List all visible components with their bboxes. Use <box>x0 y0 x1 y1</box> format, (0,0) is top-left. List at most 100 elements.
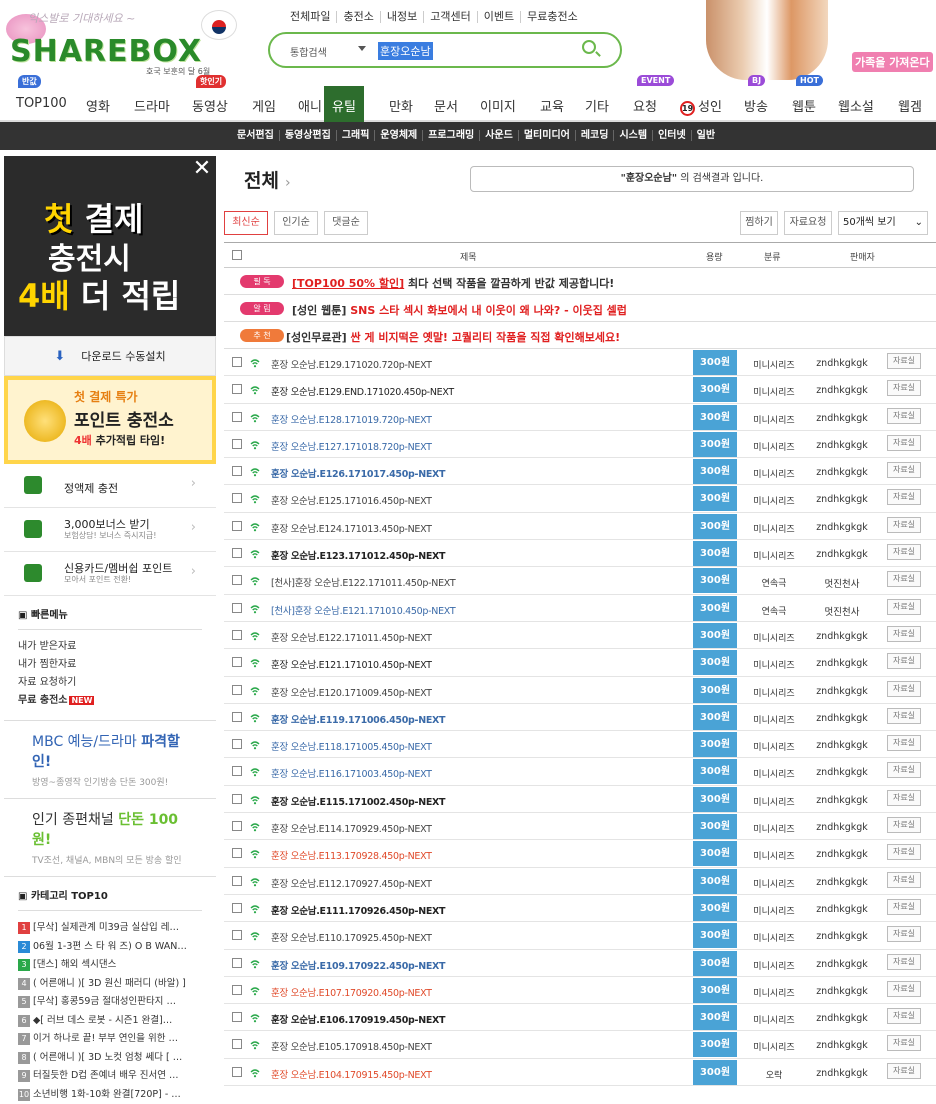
category-item[interactable]: 유틸 <box>324 86 364 122</box>
row-title[interactable]: 훈장 오순남.E121.171010.450p-NEXT <box>271 657 432 671</box>
row-seller[interactable]: zndhkgkgk <box>810 959 874 970</box>
category-item[interactable]: 동영상 <box>192 96 228 115</box>
top10-item[interactable]: 8( 어른애니 )[ 3D 노컷 엄청 쎄다 [ … <box>18 1049 202 1068</box>
sort-latest-button[interactable]: 최신순 <box>224 211 268 235</box>
table-row[interactable]: 훈장 오순남.E107.170920.450p-NEXT300원미니시리즈znd… <box>224 977 936 1004</box>
per-page-select[interactable]: 50개씩 보기⌄ <box>838 211 928 235</box>
table-row[interactable]: 훈장 오순남.E118.171005.450p-NEXT300원미니시리즈znd… <box>224 731 936 758</box>
row-checkbox[interactable] <box>232 575 242 585</box>
banner-illustration[interactable] <box>706 0 828 80</box>
row-checkbox[interactable] <box>232 466 242 476</box>
row-seller[interactable]: zndhkgkgk <box>810 413 874 424</box>
table-row[interactable]: 훈장 오순남.E122.171011.450p-NEXT300원미니시리즈znd… <box>224 622 936 649</box>
row-seller[interactable]: zndhkgkgk <box>810 494 874 505</box>
row-title[interactable]: 훈장 오순남.E126.171017.450p-NEXT <box>271 466 445 480</box>
row-title[interactable]: 훈장 오순남.E114.170929.450p-NEXT <box>271 821 432 835</box>
table-row[interactable]: 훈장 오순남.E127.171018.720p-NEXT300원미니시리즈znd… <box>224 431 936 458</box>
ad-banner-text[interactable]: 가족을 가져온다 <box>852 52 933 72</box>
table-row[interactable]: 훈장 오순남.E105.170918.450p-NEXT300원미니시리즈znd… <box>224 1031 936 1058</box>
row-checkbox[interactable] <box>232 848 242 858</box>
table-row[interactable]: 훈장 오순남.E104.170915.450p-NEXT300원오락zndhkg… <box>224 1059 936 1086</box>
row-archive-button[interactable]: 자료실 <box>887 844 921 860</box>
row-checkbox[interactable] <box>232 794 242 804</box>
subcategory-item[interactable]: 문서편집 <box>232 130 280 141</box>
top-link[interactable]: 무료충전소 <box>521 11 584 23</box>
row-checkbox[interactable] <box>232 930 242 940</box>
category-item[interactable]: 만화 <box>389 96 413 115</box>
top10-item[interactable]: 6◆[ 러브 데스 로봇 - 시즌1 완결]… <box>18 1012 202 1031</box>
row-archive-button[interactable]: 자료실 <box>887 681 921 697</box>
search-icon[interactable] <box>582 40 596 54</box>
row-checkbox[interactable] <box>232 1067 242 1077</box>
row-checkbox[interactable] <box>232 657 242 667</box>
category-item[interactable]: 드라마 <box>134 96 170 115</box>
subcategory-item[interactable]: 사운드 <box>480 130 519 141</box>
row-archive-button[interactable]: 자료실 <box>887 1008 921 1024</box>
row-checkbox[interactable] <box>232 985 242 995</box>
row-title[interactable]: 훈장 오순남.E105.170918.450p-NEXT <box>271 1039 432 1053</box>
row-checkbox[interactable] <box>232 439 242 449</box>
row-archive-button[interactable]: 자료실 <box>887 435 921 451</box>
row-seller[interactable]: zndhkgkgk <box>810 795 874 806</box>
row-checkbox[interactable] <box>232 685 242 695</box>
row-archive-button[interactable]: 자료실 <box>887 599 921 615</box>
sidebar-menu-item[interactable]: 신용카드/멤버쉽 포인트모아서 포인트 전환!› <box>4 552 216 596</box>
row-checkbox[interactable] <box>232 357 242 367</box>
row-checkbox[interactable] <box>232 739 242 749</box>
row-seller[interactable]: zndhkgkgk <box>810 440 874 451</box>
row-title[interactable]: 훈장 오순남.E129.END.171020.450p-NEXT <box>271 384 454 398</box>
row-archive-button[interactable]: 자료실 <box>887 462 921 478</box>
table-row[interactable]: 훈장 오순남.E111.170926.450p-NEXT300원미니시리즈znd… <box>224 895 936 922</box>
row-archive-button[interactable]: 자료실 <box>887 653 921 669</box>
mbc-promo[interactable]: MBC 예능/드라마 파격할인! 방영~종영작 인기방송 단돈 300원! <box>4 720 216 799</box>
table-row[interactable]: [천사]훈장 오순남.E121.171010.450p-NEXT300원연속극멋… <box>224 595 936 622</box>
row-archive-button[interactable]: 자료실 <box>887 817 921 833</box>
row-seller[interactable]: zndhkgkgk <box>810 385 874 396</box>
table-row[interactable]: 훈장 오순남.E113.170928.450p-NEXT300원미니시리즈znd… <box>224 840 936 867</box>
subcategory-item[interactable]: 레코딩 <box>576 130 615 141</box>
row-checkbox[interactable] <box>232 903 242 913</box>
row-checkbox[interactable] <box>232 876 242 886</box>
search-type-select[interactable]: 통합검색 <box>290 44 327 59</box>
row-archive-button[interactable]: 자료실 <box>887 762 921 778</box>
table-row[interactable]: 훈장 오순남.E128.171019.720p-NEXT300원미니시리즈znd… <box>224 404 936 431</box>
category-item[interactable]: 문서 <box>434 96 458 115</box>
quick-menu-item[interactable]: 내가 찜한자료 <box>18 656 202 674</box>
row-archive-button[interactable]: 자료실 <box>887 626 921 642</box>
subcategory-item[interactable]: 일반 <box>692 130 720 141</box>
row-checkbox[interactable] <box>232 766 242 776</box>
table-row[interactable]: [천사]훈장 오순남.E122.171011.450p-NEXT300원연속극멋… <box>224 567 936 594</box>
top-link[interactable]: 고객센터 <box>424 11 477 23</box>
row-seller[interactable]: zndhkgkgk <box>810 522 874 533</box>
row-title[interactable]: 훈장 오순남.E113.170928.450p-NEXT <box>271 848 432 862</box>
table-row[interactable]: 훈장 오순남.E110.170925.450p-NEXT300원미니시리즈znd… <box>224 922 936 949</box>
subcategory-item[interactable]: 인터넷 <box>653 130 692 141</box>
row-checkbox[interactable] <box>232 712 242 722</box>
table-row[interactable]: 훈장 오순남.E115.171002.450p-NEXT300원미니시리즈znd… <box>224 786 936 813</box>
row-archive-button[interactable]: 자료실 <box>887 790 921 806</box>
row-archive-button[interactable]: 자료실 <box>887 954 921 970</box>
row-seller[interactable]: zndhkgkgk <box>810 631 874 642</box>
table-row[interactable]: 훈장 오순남.E116.171003.450p-NEXT300원미니시리즈znd… <box>224 758 936 785</box>
category-item[interactable]: 게임 <box>252 96 276 115</box>
top-link[interactable]: 내정보 <box>381 11 424 23</box>
category-item[interactable]: 영화 <box>86 96 110 115</box>
row-checkbox[interactable] <box>232 1039 242 1049</box>
row-checkbox[interactable] <box>232 384 242 394</box>
row-seller[interactable]: zndhkgkgk <box>810 767 874 778</box>
row-title[interactable]: 훈장 오순남.E124.171013.450p-NEXT <box>271 521 432 535</box>
row-seller[interactable]: 멋진천사 <box>810 576 874 590</box>
row-seller[interactable]: 멋진천사 <box>810 604 874 618</box>
quick-menu-item[interactable]: 무료 충전소NEW <box>18 692 202 710</box>
channel-promo[interactable]: 인기 종편채널 단돈 100원! TV조선, 채널A, MBN의 모든 방송 할… <box>4 799 216 877</box>
table-row[interactable]: 훈장 오순남.E106.170919.450p-NEXT300원미니시리즈znd… <box>224 1004 936 1031</box>
category-item[interactable]: 요청 <box>633 96 657 115</box>
row-title[interactable]: 훈장 오순남.E110.170925.450p-NEXT <box>271 930 432 944</box>
row-title[interactable]: 훈장 오순남.E116.171003.450p-NEXT <box>271 766 432 780</box>
row-title[interactable]: 훈장 오순남.E123.171012.450p-NEXT <box>271 548 445 562</box>
row-seller[interactable]: zndhkgkgk <box>810 849 874 860</box>
search-bar[interactable]: 통합검색 훈장오순남 <box>268 32 622 68</box>
manual-download-button[interactable]: ⬇ 다운로드 수동설치 <box>4 336 216 376</box>
row-seller[interactable]: zndhkgkgk <box>810 713 874 724</box>
quick-menu-item[interactable]: 자료 요청하기 <box>18 674 202 692</box>
